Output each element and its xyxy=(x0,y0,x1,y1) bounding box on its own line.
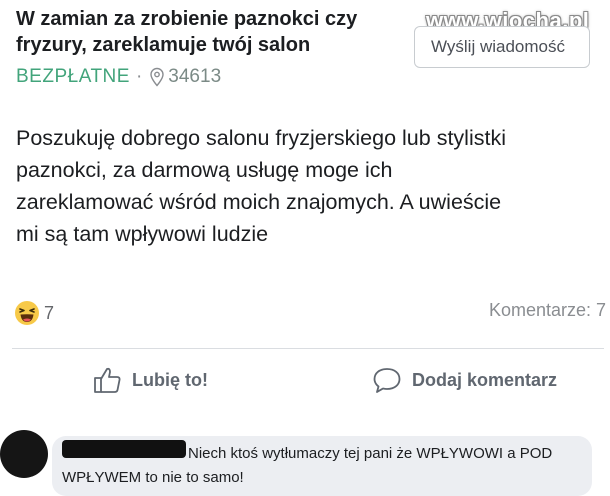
comment-bubble-icon xyxy=(373,368,401,393)
listing-title: W zamian za zrobienie paznokci czy fryzu… xyxy=(16,8,358,56)
haha-emoji-icon xyxy=(15,301,39,325)
add-comment-label: Dodaj komentarz xyxy=(412,369,558,390)
send-message-button[interactable]: Wyślij wiadomość xyxy=(414,26,590,68)
meta-separator: · xyxy=(135,66,143,87)
add-comment-button[interactable]: Dodaj komentarz xyxy=(372,366,557,394)
thumbs-up-icon xyxy=(94,367,121,393)
location-text: 34613 xyxy=(168,66,222,87)
comment-text: Niech ktoś wytłumaczy tej pani że WPŁYWO… xyxy=(62,445,553,486)
reaction-count: 7 xyxy=(44,302,55,323)
listing-meta: BEZPŁATNE · 34613 xyxy=(16,66,221,88)
comment-count[interactable]: Komentarze: 7 xyxy=(489,300,606,321)
price-label: BEZPŁATNE xyxy=(16,66,130,87)
location-pin-icon xyxy=(150,67,164,87)
reaction-summary[interactable]: 7 xyxy=(14,300,54,326)
like-label: Lubię to! xyxy=(132,369,208,390)
listing-description: Poszukuję dobrego salonu fryzjerskiego l… xyxy=(16,126,506,246)
divider xyxy=(12,348,604,349)
commenter-avatar[interactable] xyxy=(0,430,48,478)
like-button[interactable]: Lubię to! xyxy=(92,366,208,394)
